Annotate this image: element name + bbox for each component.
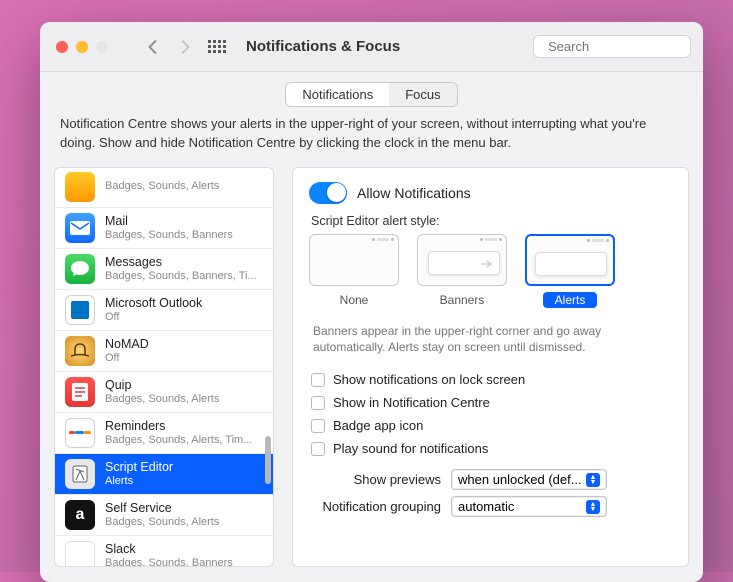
forward-button[interactable] bbox=[172, 36, 198, 58]
allow-notifications-toggle[interactable] bbox=[309, 182, 347, 204]
app-icon bbox=[65, 172, 95, 202]
chevron-updown-icon bbox=[586, 473, 600, 487]
checkbox-lock-screen[interactable] bbox=[311, 373, 325, 387]
app-icon bbox=[65, 418, 95, 448]
back-button[interactable] bbox=[140, 36, 166, 58]
search-field-wrap[interactable] bbox=[533, 35, 691, 58]
style-hint-text: Banners appear in the upper-right corner… bbox=[313, 323, 668, 357]
app-subtitle: Badges, Sounds, Banners bbox=[105, 229, 233, 242]
app-row[interactable]: RemindersBadges, Sounds, Alerts, Tim... bbox=[55, 413, 273, 454]
app-icon bbox=[65, 377, 95, 407]
close-window[interactable] bbox=[56, 41, 68, 53]
app-subtitle: Off bbox=[105, 311, 202, 324]
app-name: Slack bbox=[105, 542, 233, 557]
checkbox-badge-icon[interactable] bbox=[311, 419, 325, 433]
app-icon bbox=[65, 336, 95, 366]
app-list[interactable]: Badges, Sounds, AlertsMailBadges, Sounds… bbox=[54, 167, 274, 567]
tab-notifications[interactable]: Notifications bbox=[286, 83, 389, 106]
checkbox-play-sound[interactable] bbox=[311, 442, 325, 456]
allow-notifications-label: Allow Notifications bbox=[357, 185, 471, 201]
app-row[interactable]: MailBadges, Sounds, Banners bbox=[55, 208, 273, 249]
app-subtitle: Badges, Sounds, Alerts bbox=[105, 393, 219, 406]
app-row[interactable]: a Self ServiceBadges, Sounds, Alerts bbox=[55, 495, 273, 536]
app-icon: a bbox=[65, 500, 95, 530]
notification-settings-pane: Allow Notifications Script Editor alert … bbox=[292, 167, 689, 567]
app-subtitle: Badges, Sounds, Banners bbox=[105, 557, 233, 567]
alert-style-banners[interactable]: Banners bbox=[417, 234, 507, 309]
traffic-lights bbox=[56, 41, 108, 53]
app-name: Microsoft Outlook bbox=[105, 296, 202, 311]
notification-grouping-dropdown[interactable]: automatic bbox=[451, 496, 607, 517]
app-icon bbox=[65, 254, 95, 284]
chevron-updown-icon bbox=[586, 500, 600, 514]
app-subtitle: Badges, Sounds, Alerts, Tim... bbox=[105, 434, 252, 447]
app-icon: ⧉ bbox=[65, 541, 95, 567]
search-input[interactable] bbox=[548, 39, 703, 54]
app-name: Self Service bbox=[105, 501, 219, 516]
app-subtitle: Badges, Sounds, Banners, Ti... bbox=[105, 270, 257, 283]
app-name: NoMAD bbox=[105, 337, 149, 352]
minimize-window[interactable] bbox=[76, 41, 88, 53]
show-all-icon[interactable] bbox=[204, 36, 230, 58]
title-bar: Notifications & Focus bbox=[40, 22, 703, 72]
app-subtitle: Off bbox=[105, 352, 149, 365]
preferences-window: Notifications & Focus Notifications Focu… bbox=[40, 22, 703, 582]
app-subtitle: Alerts bbox=[105, 475, 173, 488]
app-row[interactable]: NoMADOff bbox=[55, 331, 273, 372]
app-icon bbox=[65, 213, 95, 243]
scroll-thumb[interactable] bbox=[265, 436, 271, 484]
app-subtitle: Badges, Sounds, Alerts bbox=[105, 180, 219, 193]
app-row[interactable]: QuipBadges, Sounds, Alerts bbox=[55, 372, 273, 413]
app-name: Quip bbox=[105, 378, 219, 393]
checkbox-notification-centre[interactable] bbox=[311, 396, 325, 410]
tab-bar: Notifications Focus bbox=[40, 72, 703, 115]
alert-style-alerts[interactable]: Alerts bbox=[525, 234, 615, 309]
zoom-window[interactable] bbox=[96, 41, 108, 53]
app-row[interactable]: ⧉ SlackBadges, Sounds, Banners bbox=[55, 536, 273, 567]
app-icon bbox=[65, 459, 95, 489]
description-text: Notification Centre shows your alerts in… bbox=[40, 115, 703, 163]
app-row[interactable]: Script EditorAlerts bbox=[55, 454, 273, 495]
tab-focus[interactable]: Focus bbox=[389, 83, 456, 106]
show-previews-dropdown[interactable]: when unlocked (def... bbox=[451, 469, 607, 490]
app-icon bbox=[65, 295, 95, 325]
app-row[interactable]: Badges, Sounds, Alerts bbox=[55, 168, 273, 208]
app-row[interactable]: Microsoft OutlookOff bbox=[55, 290, 273, 331]
app-name: Script Editor bbox=[105, 460, 173, 475]
window-title: Notifications & Focus bbox=[246, 38, 400, 55]
app-name: Mail bbox=[105, 214, 233, 229]
app-subtitle: Badges, Sounds, Alerts bbox=[105, 516, 219, 529]
app-row[interactable]: MessagesBadges, Sounds, Banners, Ti... bbox=[55, 249, 273, 290]
alert-style-label: Script Editor alert style: bbox=[311, 214, 674, 228]
app-name: Messages bbox=[105, 255, 257, 270]
app-name: Reminders bbox=[105, 419, 252, 434]
alert-style-none[interactable]: None bbox=[309, 234, 399, 309]
